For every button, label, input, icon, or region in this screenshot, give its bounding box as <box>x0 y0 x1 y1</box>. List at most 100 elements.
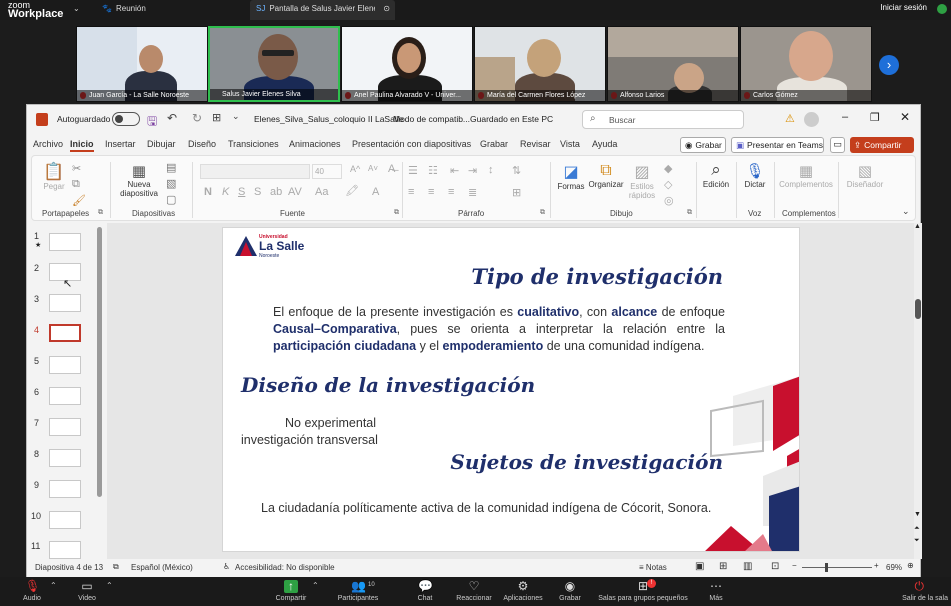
cut-icon[interactable]: ✂ <box>72 162 81 175</box>
slide-thumbnail[interactable] <box>49 511 81 529</box>
slide-thumbnail[interactable] <box>49 541 81 559</box>
shadow-icon[interactable]: ab <box>270 186 282 198</box>
participant-tile[interactable]: María del Carmen Flores López <box>474 26 606 102</box>
addins-button[interactable]: ▦ Complementos <box>778 162 834 189</box>
arrange-button[interactable]: ⧉ Organizar <box>588 162 624 189</box>
tab-inicio[interactable]: Inicio <box>70 139 94 152</box>
slide-thumbnail[interactable] <box>49 449 81 467</box>
reading-view-icon[interactable]: ▥ <box>743 561 752 572</box>
chevron-up-icon[interactable]: ⌃ <box>312 581 319 590</box>
scroll-thumb[interactable] <box>915 299 921 319</box>
shapes-button[interactable]: ◪ Formas <box>556 162 586 191</box>
tab-presentacion[interactable]: Presentación con diapositivas <box>352 139 471 149</box>
scroll-down-icon[interactable]: ▼ <box>914 511 921 518</box>
zoom-level[interactable]: 69% <box>886 563 902 572</box>
dictate-button[interactable]: 🎙 Dictar <box>740 162 770 189</box>
participant-tile[interactable]: Carlos Gómez <box>740 26 872 102</box>
paste-button[interactable]: 📋 Pegar <box>42 162 66 191</box>
tab-insertar[interactable]: Insertar <box>105 139 136 149</box>
increase-indent-icon[interactable]: ⇥ <box>468 164 477 177</box>
share-screen-button[interactable]: ↑ Compartir <box>273 580 309 603</box>
record-button[interactable]: ◉ Grabar <box>680 137 726 153</box>
redo-icon[interactable]: ↻ <box>192 111 202 125</box>
numbering-icon[interactable]: ☷ <box>428 164 438 177</box>
participant-tile[interactable]: Anel Paulina Alvarado V - Univer... <box>341 26 473 102</box>
tab-archivo[interactable]: Archivo <box>33 139 63 149</box>
tab-dibujar[interactable]: Dibujar <box>147 139 176 149</box>
reset-icon[interactable]: ▧ <box>166 177 176 190</box>
chevron-up-icon[interactable]: ⌃ <box>106 581 113 590</box>
present-icon[interactable]: ⊞ <box>212 111 221 124</box>
chat-button[interactable]: 💬 Chat <box>414 580 436 603</box>
grow-font-icon[interactable]: A^ <box>350 164 360 174</box>
scroll-up-icon[interactable]: ▲ <box>914 223 921 230</box>
underline-icon[interactable]: S <box>238 186 245 198</box>
dialog-launcher-icon[interactable]: ⧉ <box>540 209 545 217</box>
minimize-icon[interactable]: – <box>842 111 848 123</box>
font-size-select[interactable]: 40 <box>312 164 342 179</box>
file-name[interactable]: Elenes_Silva_Salus_coloquio II LaSalle <box>254 114 403 124</box>
justify-icon[interactable]: ≣ <box>468 186 477 199</box>
slide-thumbnail[interactable] <box>49 480 81 498</box>
search-box[interactable]: ⌕ Buscar <box>582 110 744 129</box>
italic-icon[interactable]: K <box>222 186 229 198</box>
decrease-indent-icon[interactable]: ⇤ <box>450 164 459 177</box>
highlight-icon[interactable]: 🖍 <box>345 184 359 197</box>
audio-button[interactable]: 🎙 Audio <box>20 580 44 603</box>
close-icon[interactable]: ✕ <box>900 110 910 124</box>
shape-effects-icon[interactable]: ◎ <box>664 194 674 207</box>
customize-qat-icon[interactable]: ⌄ <box>232 111 240 122</box>
slide-thumbnail[interactable] <box>49 233 81 251</box>
section-icon[interactable]: ▢ <box>166 193 176 206</box>
video-button[interactable]: ▭ Video <box>74 580 100 603</box>
participant-tile[interactable]: Juan García - La Salle Noroeste <box>76 26 208 102</box>
spellcheck-icon[interactable]: ⧉ <box>113 562 119 572</box>
share-button[interactable]: ⇪ Compartir <box>850 137 914 153</box>
tab-revisar[interactable]: Revisar <box>520 139 551 149</box>
text-direction-icon[interactable]: ⇅ <box>512 164 521 177</box>
reactions-button[interactable]: ♡ Reaccionar <box>455 580 493 603</box>
slide-thumbnail-selected[interactable] <box>49 324 81 342</box>
smartart-icon[interactable]: ⊞ <box>512 186 521 199</box>
comments-button[interactable]: ▭ <box>830 137 845 153</box>
clear-format-icon[interactable]: A̶ <box>388 163 395 175</box>
next-slide-icon[interactable]: ⏷ <box>914 537 920 545</box>
zoom-slider[interactable] <box>802 567 872 568</box>
copy-icon[interactable]: ⧉ <box>72 178 80 191</box>
new-slide-button[interactable]: ▦ Nueva diapositiva <box>116 162 162 198</box>
shape-fill-icon[interactable]: ◆ <box>664 162 672 175</box>
zoom-slider-thumb[interactable] <box>825 563 828 572</box>
slide-scrollbar[interactable]: ▲ ▼ ⏶ ⏷ <box>914 223 922 559</box>
quick-styles-button[interactable]: ▨ Estilos rápidos <box>626 162 658 200</box>
shape-outline-icon[interactable]: ◇ <box>664 178 672 191</box>
bullets-icon[interactable]: ☰ <box>408 164 418 177</box>
chevron-up-icon[interactable]: ⌃ <box>50 581 57 590</box>
align-left-icon[interactable]: ≡ <box>408 186 414 198</box>
slide-thumbnail[interactable] <box>49 387 81 405</box>
tab-diseno[interactable]: Diseño <box>188 139 216 149</box>
breakout-rooms-button[interactable]: ⊞ Salas para grupos pequeños <box>597 580 689 603</box>
zoom-out-icon[interactable]: − <box>792 561 797 570</box>
bold-icon[interactable]: N <box>204 186 212 198</box>
tab-ayuda[interactable]: Ayuda <box>592 139 617 149</box>
participant-tile[interactable]: Alfonso Larios <box>607 26 739 102</box>
restore-icon[interactable]: ❐ <box>870 111 880 124</box>
tab-transiciones[interactable]: Transiciones <box>228 139 279 149</box>
align-center-icon[interactable]: ≡ <box>428 186 434 198</box>
dialog-launcher-icon[interactable]: ⧉ <box>687 209 692 217</box>
designer-button[interactable]: ▧ Diseñador <box>844 162 886 189</box>
notes-button[interactable]: ≡ Notas <box>639 563 667 572</box>
slide-sorter-icon[interactable]: ⊞ <box>719 561 727 572</box>
collapse-ribbon-icon[interactable]: ⌄ <box>902 206 910 217</box>
strikethrough-icon[interactable]: S <box>254 186 261 198</box>
dialog-launcher-icon[interactable]: ⧉ <box>98 209 103 217</box>
present-teams-button[interactable]: ▣ Presentar en Teams <box>731 137 824 153</box>
tab-screen-share[interactable]: SJPantalla de Salus Javier Elenes Silva⊙ <box>250 0 395 20</box>
language-status[interactable]: Español (México) <box>131 563 193 572</box>
more-button[interactable]: ⋯ Más <box>705 580 727 603</box>
tab-vista[interactable]: Vista <box>560 139 580 149</box>
slide-canvas[interactable]: Universidad La Salle Noroeste Tipo de in… <box>222 227 800 552</box>
prev-slide-icon[interactable]: ⏶ <box>914 525 920 533</box>
align-right-icon[interactable]: ≡ <box>448 186 454 198</box>
format-painter-icon[interactable]: 🖌 <box>72 194 86 207</box>
